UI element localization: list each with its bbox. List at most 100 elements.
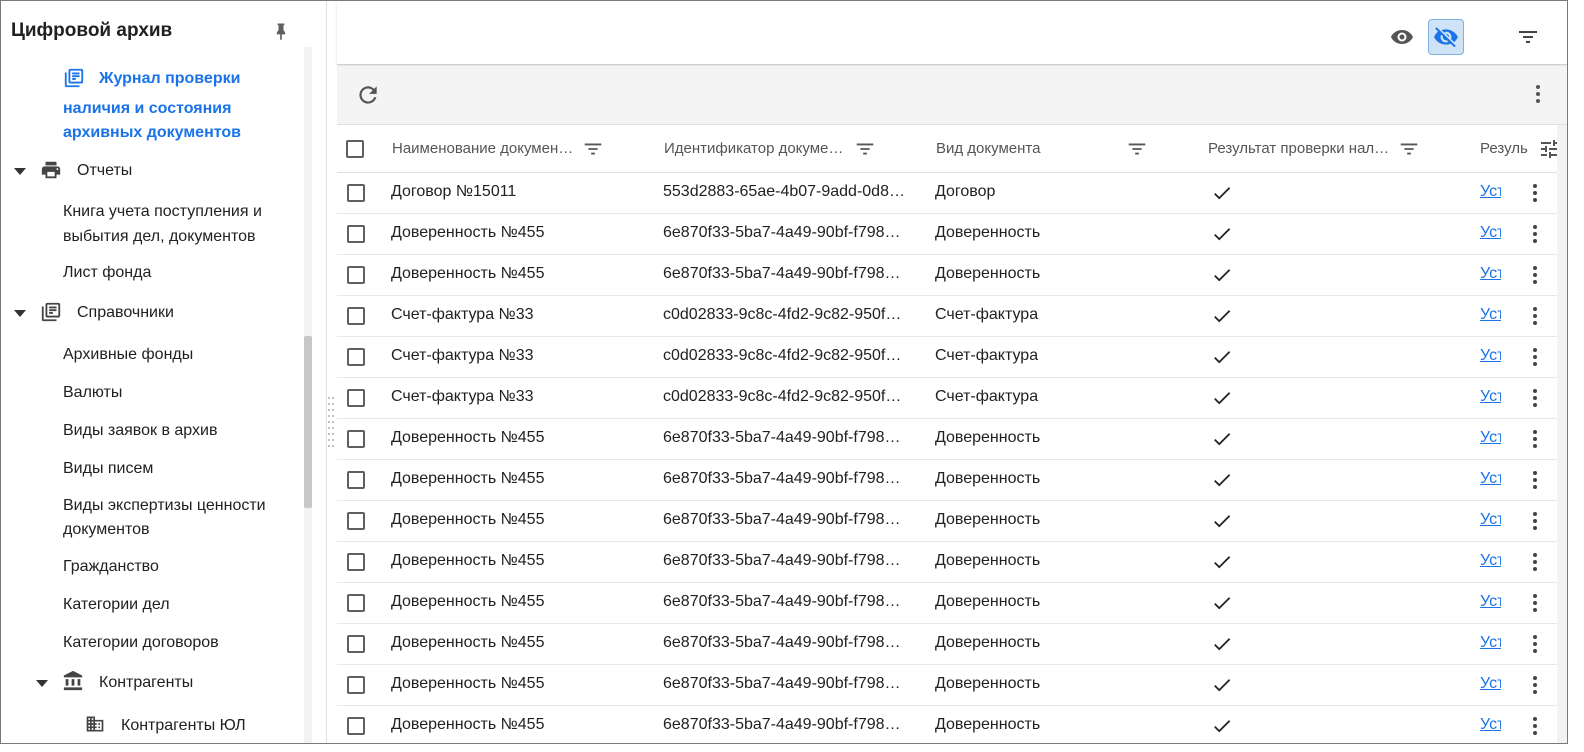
sidebar-group-reports[interactable]: Отчеты — [77, 159, 132, 183]
column-header-state-result[interactable]: Резуль — [1480, 140, 1532, 157]
resize-handle[interactable] — [327, 394, 335, 452]
filter-icon[interactable] — [1126, 138, 1148, 160]
column-header-presence-result[interactable]: Результат проверки нал… — [1208, 140, 1393, 157]
more-vert-icon[interactable] — [1528, 346, 1542, 368]
sidebar-item-dir-7[interactable]: Категории договоров — [63, 631, 219, 655]
row-checkbox[interactable] — [347, 266, 365, 284]
table-row[interactable]: Доверенность №455 6e870f33-5ba7-4a49-90bf… — [337, 255, 1567, 296]
row-checkbox[interactable] — [347, 307, 365, 325]
sidebar-item-dir-4[interactable]: Виды экспертизы ценности — [63, 494, 266, 518]
sidebar-item-dir-6[interactable]: Категории дел — [63, 593, 170, 617]
cell-state-result-link[interactable]: Уст — [1480, 593, 1501, 611]
table-row[interactable]: Доверенность №455 6e870f33-5ba7-4a49-90bf… — [337, 419, 1567, 460]
cell-doc-type: Счет-фактура — [935, 347, 1039, 364]
cell-state-result-link[interactable]: Уст — [1480, 265, 1501, 283]
row-checkbox[interactable] — [347, 594, 365, 612]
more-vert-icon[interactable] — [1528, 387, 1542, 409]
more-vert-icon[interactable] — [1528, 428, 1542, 450]
more-vert-icon[interactable] — [1528, 264, 1542, 286]
row-checkbox[interactable] — [347, 717, 365, 735]
more-vert-icon[interactable] — [1528, 469, 1542, 491]
row-checkbox[interactable] — [347, 348, 365, 366]
sidebar-item-dir-0[interactable]: Архивные фонды — [63, 343, 193, 367]
row-checkbox[interactable] — [347, 553, 365, 571]
sidebar-item-dir-3[interactable]: Виды писем — [63, 457, 153, 481]
sidebar-group-counterparties[interactable]: Контрагенты — [99, 671, 193, 695]
cell-state-result-link[interactable]: Уст — [1480, 388, 1501, 406]
sidebar-item-journal-line2[interactable]: наличия и состояния — [63, 97, 231, 121]
row-checkbox[interactable] — [347, 471, 365, 489]
more-vert-icon[interactable] — [1528, 510, 1542, 532]
cell-state-result-link[interactable]: Уст — [1480, 429, 1501, 447]
cell-state-result-link[interactable]: Уст — [1480, 183, 1501, 201]
sidebar-item-reports-0-line2[interactable]: выбытия дел, документов — [63, 225, 255, 249]
more-vert-icon[interactable] — [1531, 83, 1545, 105]
more-vert-icon[interactable] — [1528, 715, 1542, 737]
sidebar-item-reports-1[interactable]: Лист фонда — [63, 261, 151, 285]
sidebar-item-dir-4-line2[interactable]: документов — [63, 518, 150, 542]
cell-doc-type: Доверенность — [935, 511, 1041, 528]
sidebar-item-dir-2[interactable]: Виды заявок в архив — [63, 419, 217, 443]
row-checkbox[interactable] — [347, 676, 365, 694]
more-vert-icon[interactable] — [1528, 551, 1542, 573]
cell-state-result-link[interactable]: Уст — [1480, 347, 1501, 365]
table-row[interactable]: Счет-фактура №33 c0d02833-9c8c-4fd2-9c82-… — [337, 296, 1567, 337]
chevron-down-icon[interactable] — [14, 310, 26, 317]
more-vert-icon[interactable] — [1528, 633, 1542, 655]
more-vert-icon[interactable] — [1528, 305, 1542, 327]
sidebar-item-counterparties-0[interactable]: Контрагенты ЮЛ — [121, 714, 246, 738]
table-row[interactable]: Доверенность №455 6e870f33-5ba7-4a49-90bf… — [337, 501, 1567, 542]
cell-state-result-link[interactable]: Уст — [1480, 552, 1501, 570]
cell-state-result-link[interactable]: Уст — [1480, 511, 1501, 529]
row-checkbox[interactable] — [347, 635, 365, 653]
more-vert-icon[interactable] — [1528, 674, 1542, 696]
sidebar-item-reports-0[interactable]: Книга учета поступления и — [63, 200, 262, 224]
more-vert-icon[interactable] — [1528, 182, 1542, 204]
sidebar-item-dir-5[interactable]: Гражданство — [63, 555, 159, 579]
sidebar-item-dir-1[interactable]: Валюты — [63, 381, 122, 405]
column-header-doc-type[interactable]: Вид документа — [936, 140, 1121, 157]
row-checkbox[interactable] — [347, 184, 365, 202]
filter-icon[interactable] — [1398, 138, 1420, 160]
table-row[interactable]: Доверенность №455 6e870f33-5ba7-4a49-90bf… — [337, 460, 1567, 501]
select-all-checkbox[interactable] — [346, 140, 364, 158]
column-header-name[interactable]: Наименование докумен… — [392, 140, 577, 157]
cell-identifier: 6e870f33-5ba7-4a49-90bf-f798… — [663, 429, 901, 446]
refresh-button[interactable] — [350, 77, 386, 113]
show-button[interactable] — [1384, 19, 1420, 55]
chevron-down-icon[interactable] — [14, 168, 26, 175]
table-row[interactable]: Счет-фактура №33 c0d02833-9c8c-4fd2-9c82-… — [337, 378, 1567, 419]
sidebar-group-directories[interactable]: Справочники — [77, 301, 174, 325]
sidebar-scrollbar-thumb[interactable] — [304, 336, 312, 508]
cell-state-result-link[interactable]: Уст — [1480, 634, 1501, 652]
cell-state-result-link[interactable]: Уст — [1480, 716, 1501, 734]
cell-state-result-link[interactable]: Уст — [1480, 675, 1501, 693]
row-checkbox[interactable] — [347, 225, 365, 243]
cell-state-result-link[interactable]: Уст — [1480, 470, 1501, 488]
filter-button[interactable] — [1510, 19, 1546, 55]
table-row[interactable]: Доверенность №455 6e870f33-5ba7-4a49-90bf… — [337, 583, 1567, 624]
row-checkbox[interactable] — [347, 389, 365, 407]
column-header-identifier[interactable]: Идентификатор докуме… — [664, 140, 849, 157]
table-row[interactable]: Доверенность №455 6e870f33-5ba7-4a49-90bf… — [337, 214, 1567, 255]
row-checkbox[interactable] — [347, 430, 365, 448]
pin-icon[interactable] — [271, 19, 291, 43]
table-scrollbar[interactable] — [1557, 125, 1567, 743]
table-row[interactable]: Доверенность №455 6e870f33-5ba7-4a49-90bf… — [337, 665, 1567, 706]
filter-icon[interactable] — [582, 138, 604, 160]
row-checkbox[interactable] — [347, 512, 365, 530]
chevron-down-icon[interactable] — [36, 680, 48, 687]
table-row[interactable]: Договор №15011 553d2883-65ae-4b07-9add-0d… — [337, 173, 1567, 214]
filter-icon[interactable] — [854, 138, 876, 160]
table-row[interactable]: Доверенность №455 6e870f33-5ba7-4a49-90bf… — [337, 706, 1567, 743]
more-vert-icon[interactable] — [1528, 223, 1542, 245]
table-row[interactable]: Счет-фактура №33 c0d02833-9c8c-4fd2-9c82-… — [337, 337, 1567, 378]
cell-state-result-link[interactable]: Уст — [1480, 306, 1501, 324]
cell-state-result-link[interactable]: Уст — [1480, 224, 1501, 242]
more-vert-icon[interactable] — [1528, 592, 1542, 614]
table-row[interactable]: Доверенность №455 6e870f33-5ba7-4a49-90bf… — [337, 624, 1567, 665]
sidebar-item-journal[interactable]: Журнал проверки — [99, 67, 240, 91]
sidebar-item-journal-line3[interactable]: архивных документов — [63, 121, 241, 145]
hide-button[interactable] — [1428, 19, 1464, 55]
table-row[interactable]: Доверенность №455 6e870f33-5ba7-4a49-90bf… — [337, 542, 1567, 583]
